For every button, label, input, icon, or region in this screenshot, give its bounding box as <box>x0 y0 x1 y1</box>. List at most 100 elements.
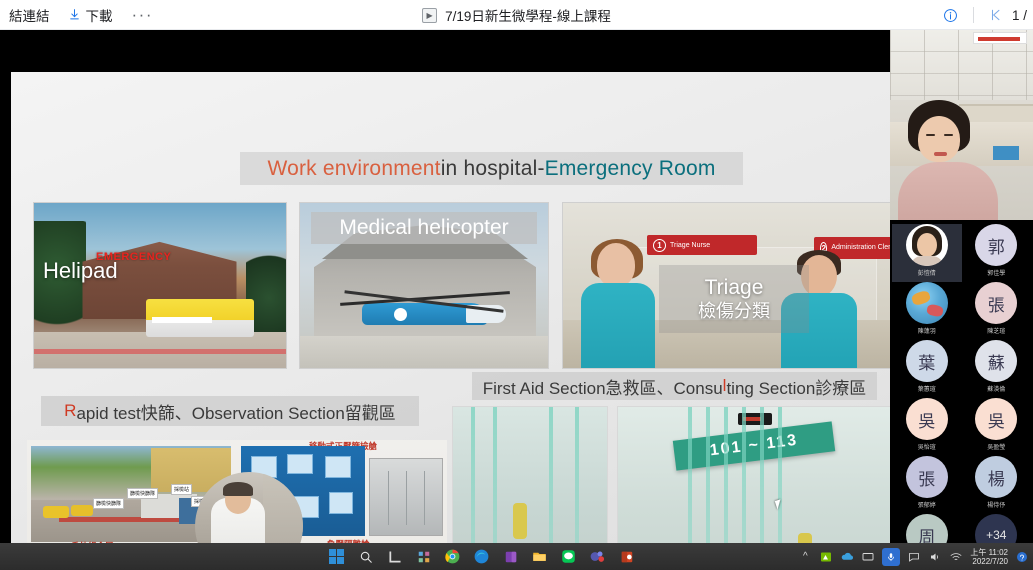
avatar-initial: 張 <box>918 469 936 490</box>
band-first-aid-label: First Aid Section急救區、Consu l ting Section診… <box>472 372 877 400</box>
taskbar-clock[interactable]: 上午 11:02 2022/7/20 <box>970 548 1008 566</box>
edge-icon[interactable] <box>473 548 490 565</box>
participant-tile[interactable]: 彭愷倩 <box>892 224 962 282</box>
participant-tile[interactable]: 郭 郭佳學 <box>962 224 1032 282</box>
participant-tile[interactable]: 楊 楊侍伃 <box>962 456 1032 514</box>
avatar-initial: 吳 <box>987 411 1005 432</box>
chat-icon[interactable] <box>907 550 921 564</box>
triage-sign-label-1: Triage Nurse <box>670 241 711 249</box>
ambulance-vehicle <box>146 299 254 337</box>
toolbar-right-group: 1 / <box>935 0 1033 30</box>
participant-grid: 彭愷倩 郭 郭佳學 陳蓮羽 張 陳芝瑄 葉 葉蕙瑄 蘇 蘇渶倫 吳 吳怡瑄 吳 … <box>890 220 1033 570</box>
chrome-icon[interactable] <box>444 548 461 565</box>
participant-name: 陳芝瑄 <box>987 329 1006 335</box>
onenote-icon[interactable] <box>502 548 519 565</box>
slide-title-part3: Emergency Room <box>544 156 716 180</box>
volume-icon[interactable] <box>928 550 942 564</box>
presentation-icon: ▶ <box>422 7 438 23</box>
participant-name: 彭愷倩 <box>917 271 936 277</box>
windows-start-icon[interactable] <box>328 548 345 565</box>
avatar: 蘇 <box>975 340 1018 382</box>
photo-triage: 1 Triage Nurse 2 Administration Clerk Tr… <box>562 202 890 369</box>
nvidia-icon[interactable] <box>819 550 833 564</box>
triage-sign-label-2: Administration Clerk <box>831 244 890 251</box>
triage-caption-overlay: Triage 檢傷分類 <box>659 265 809 333</box>
helipad-marking <box>34 349 286 354</box>
network-icon[interactable] <box>949 550 963 564</box>
avatar-initial: 張 <box>987 295 1005 316</box>
photo-screening-collage: 篩檢快篩隊 採檢站 篩檢快篩隊 採檢站 移動式正壓篩檢艙 <box>27 440 447 545</box>
collage-tag-1: 篩檢快篩隊 <box>127 488 159 499</box>
clock-time: 上午 11:02 <box>970 547 1008 557</box>
search-icon[interactable] <box>357 548 374 565</box>
avatar-initial: 楊 <box>987 469 1005 490</box>
video-stage: Work environment in hospital- Emergency … <box>0 30 890 555</box>
participant-tile[interactable]: 吳 吳盈瑩 <box>962 398 1032 456</box>
collage-tag-2: 採檢站 <box>171 484 193 495</box>
participant-name: 陳蓮羽 <box>917 329 936 335</box>
slide-title-part1: Work environment <box>267 156 441 180</box>
room-number-sign: 101 ~ 113 <box>672 421 836 471</box>
previous-page-icon[interactable] <box>980 0 1012 30</box>
avatar-initial: 郭 <box>987 237 1005 258</box>
page-indicator: 1 / <box>1011 7 1027 23</box>
participant-tile[interactable]: 張 陳芝瑄 <box>962 282 1032 340</box>
info-circle-icon[interactable] <box>935 0 967 30</box>
onedrive-icon[interactable] <box>840 550 854 564</box>
avatar-initial: 吳 <box>918 411 936 432</box>
triage-caption-zh: 檢傷分類 <box>698 301 770 321</box>
taskbar-icon-group <box>328 543 635 570</box>
band-rapid-test-label: Rapid test快篩、Observation Section留觀區 <box>41 396 419 426</box>
download-label: 下載 <box>85 8 113 24</box>
mobile-screening-cabin <box>369 458 443 536</box>
participant-tile[interactable]: 蘇 蘇渶倫 <box>962 340 1032 398</box>
avatar <box>905 282 948 324</box>
copy-link-button[interactable]: 結連結 <box>0 1 59 29</box>
powerpoint-icon[interactable] <box>618 548 635 565</box>
participant-list: 彭愷倩 郭 郭佳學 陳蓮羽 張 陳芝瑄 葉 葉蕙瑄 蘇 蘇渶倫 吳 吳怡瑄 吳 … <box>890 220 1033 570</box>
microphone-icon[interactable] <box>882 547 901 566</box>
self-video-feed[interactable] <box>890 30 1033 220</box>
participant-tile[interactable]: 吳 吳怡瑄 <box>892 398 962 456</box>
screen-root: 結連結 下載 ··· ▶ 7/19日新生微學程-線上課程 1 / Work en… <box>0 0 1033 570</box>
system-tray: ^ 上午 11:02 2022/7/20 <box>798 543 1029 570</box>
participant-tile[interactable]: 張 張郁婷 <box>892 456 962 514</box>
collage-tag-3: 篩檢快篩隊 <box>93 498 125 509</box>
participant-name: 吳怡瑄 <box>917 445 936 451</box>
tray-chevron-icon[interactable]: ^ <box>798 550 812 564</box>
shared-slide: Work environment in hospital- Emergency … <box>11 72 890 545</box>
avatar: 郭 <box>975 224 1018 266</box>
helipad-caption: Helipad <box>43 258 118 283</box>
more-options-button[interactable]: ··· <box>122 5 163 25</box>
band-first-aid-text: First Aid Section急救區、Consu <box>482 378 723 398</box>
document-title: 7/19日新生微學程-線上課程 <box>445 9 611 24</box>
photo-ward-corridor <box>452 406 608 545</box>
participant-name: 郭佳學 <box>987 271 1006 277</box>
widgets-icon[interactable] <box>415 548 432 565</box>
teams-icon[interactable] <box>589 548 606 565</box>
file-explorer-icon[interactable] <box>531 548 548 565</box>
task-view-icon[interactable] <box>386 548 403 565</box>
download-button[interactable]: 下載 <box>59 1 122 29</box>
line-icon[interactable] <box>560 548 577 565</box>
band-rapid-initial: R <box>64 401 77 420</box>
display-icon[interactable] <box>861 550 875 564</box>
avatar-initial: 蘇 <box>987 353 1005 374</box>
notification-icon[interactable] <box>1015 550 1029 564</box>
participant-tile[interactable]: 葉 葉蕙瑄 <box>892 340 962 398</box>
triage-nurse-sign: 1 Triage Nurse <box>647 235 757 255</box>
avatar <box>905 224 948 266</box>
photo-helipad: EMERGENCY <box>33 202 287 369</box>
participant-name: 楊侍伃 <box>987 503 1006 509</box>
plaza-ground <box>300 336 548 368</box>
copy-link-label: 結連結 <box>9 8 50 24</box>
nurse-person-left <box>579 239 657 368</box>
avatar: 楊 <box>975 456 1018 498</box>
slide-title: Work environment in hospital- Emergency … <box>240 152 743 185</box>
toolbar-left-group: 結連結 下載 ··· <box>0 1 163 29</box>
band-rapid-text: apid test快篩、Observation Section留觀區 <box>76 403 396 423</box>
avatar: 張 <box>975 282 1018 324</box>
clock-date: 2022/7/20 <box>972 556 1008 566</box>
participant-tile[interactable]: 陳蓮羽 <box>892 282 962 340</box>
participant-name: 葉蕙瑄 <box>917 387 936 393</box>
